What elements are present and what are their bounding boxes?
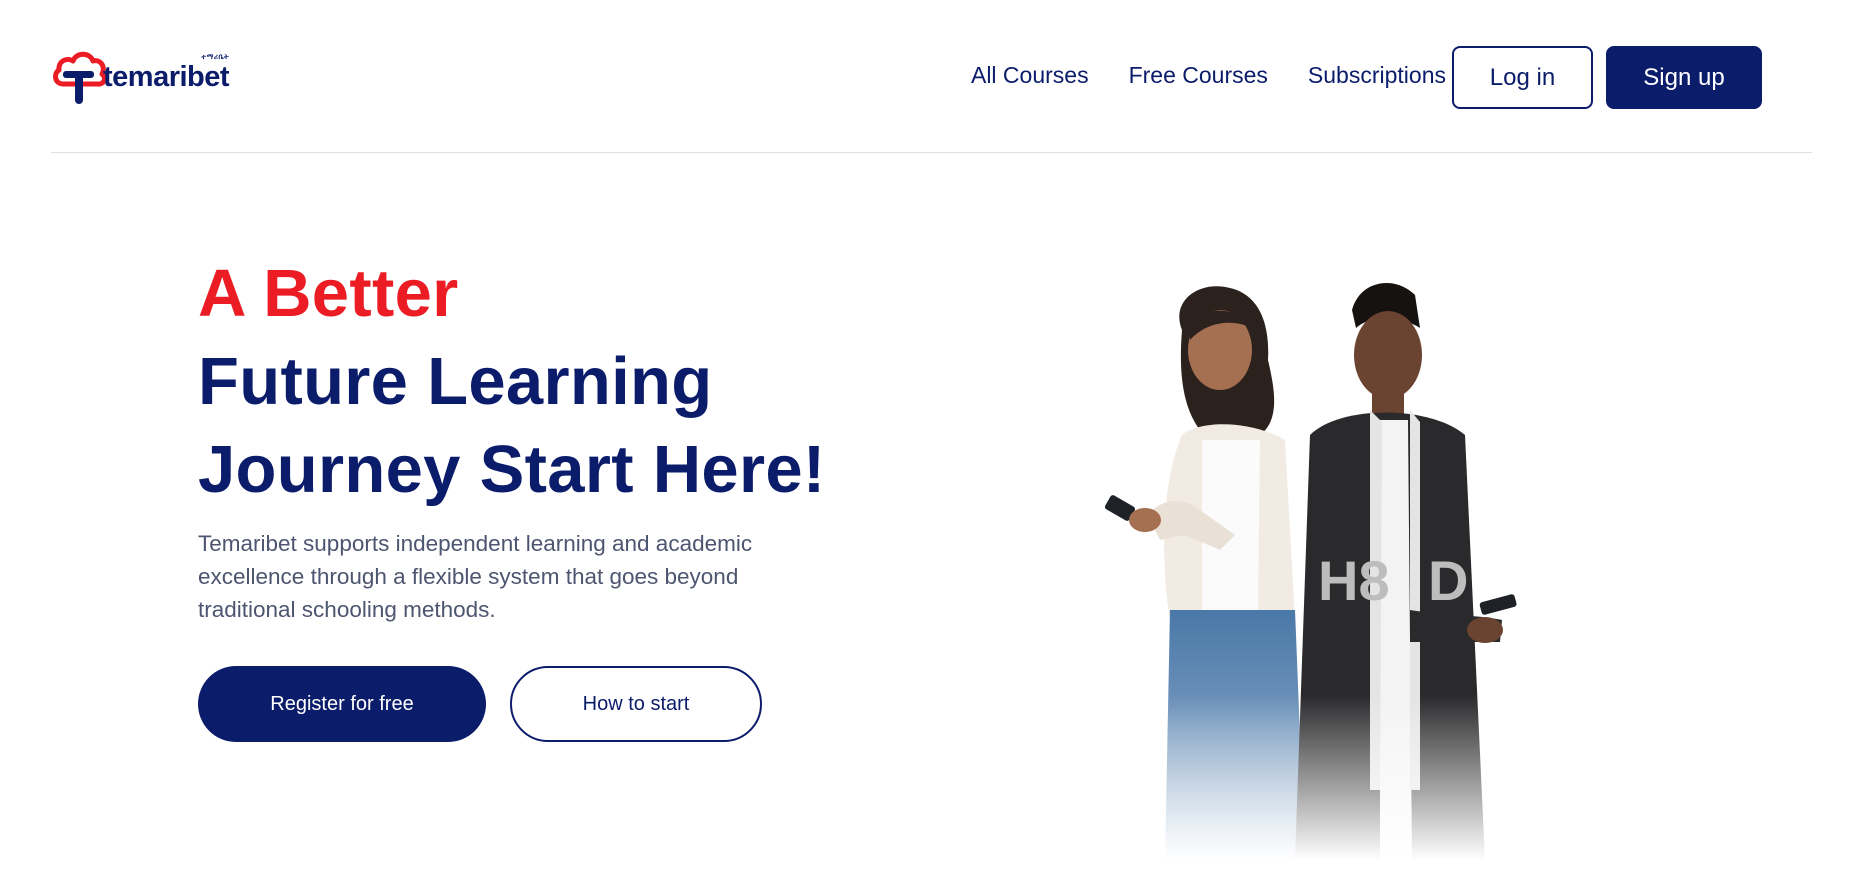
- hero-students-image: H8 D: [1090, 270, 1630, 860]
- logo-subtext: ተማሪቤት: [201, 53, 230, 61]
- hero-title-accent: A Better: [198, 256, 459, 331]
- main-nav: All Courses Free Courses Subscriptions: [971, 62, 1446, 89]
- hero-title-line-3: Journey Start Here!: [198, 432, 826, 507]
- how-to-start-button[interactable]: How to start: [510, 666, 762, 742]
- logo-name: temaribet: [103, 60, 230, 93]
- logo-wordmark: ተማሪቤት temaribet: [103, 54, 230, 93]
- page: ተማሪቤት temaribet All Courses Free Courses…: [0, 0, 1863, 870]
- hero-title-line-2: Future Learning: [198, 344, 713, 419]
- nav-all-courses[interactable]: All Courses: [971, 62, 1089, 89]
- hero-title: A Better Future Learning Journey Start H…: [198, 250, 826, 514]
- login-button[interactable]: Log in: [1452, 46, 1593, 109]
- logo[interactable]: ተማሪቤት temaribet: [51, 48, 230, 106]
- cloud-t-logo-icon: [53, 51, 107, 104]
- nav-free-courses[interactable]: Free Courses: [1129, 62, 1268, 89]
- signup-button[interactable]: Sign up: [1606, 46, 1762, 109]
- register-button[interactable]: Register for free: [198, 666, 486, 742]
- nav-subscriptions[interactable]: Subscriptions: [1308, 62, 1446, 89]
- hero-description: Temaribet supports independent learning …: [198, 531, 753, 622]
